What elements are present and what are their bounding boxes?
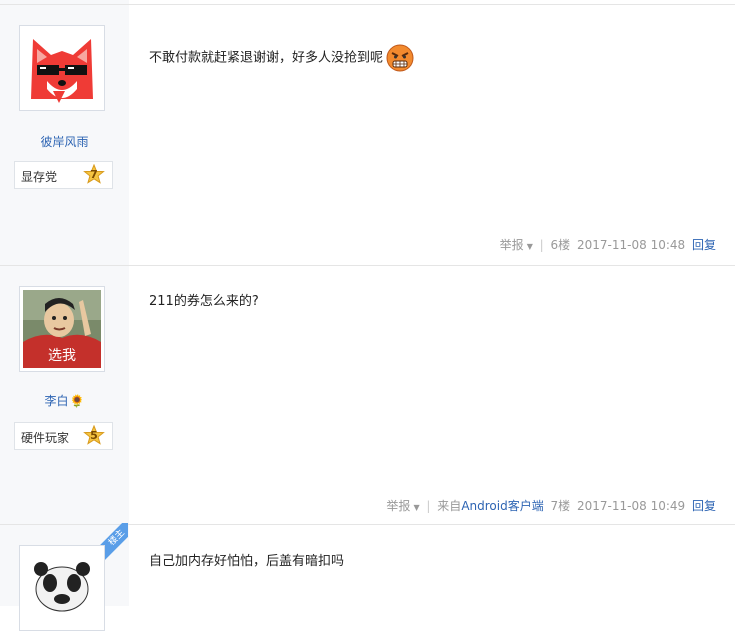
reply-link[interactable]: 回复 (692, 238, 716, 252)
sunflower-icon: 🌻 (69, 394, 85, 408)
username[interactable]: 彼岸风雨 (0, 133, 129, 150)
post-content: 211的券怎么来的? (149, 292, 259, 312)
avatar[interactable] (19, 545, 105, 631)
svg-text:选我: 选我 (48, 348, 76, 364)
post-text: 211的券怎么来的? (149, 294, 259, 309)
floor-number: 6楼 (550, 238, 571, 252)
post-time: 2017-11-08 10:48 (577, 238, 686, 252)
red-fox-sunglasses-avatar-icon (23, 29, 101, 107)
post-text: 自己加内存好怕怕，后盖有暗扣吗 (149, 554, 345, 569)
post-content: 自己加内存好怕怕，后盖有暗扣吗 (149, 552, 344, 572)
username-text[interactable]: 李白 (45, 394, 69, 408)
post-content: 不敢付款就赶紧退谢谢，好多人没抢到呢 (149, 43, 415, 73)
post-text: 不敢付款就赶紧退谢谢，好多人没抢到呢 (149, 50, 384, 66)
reply-link[interactable]: 回复 (692, 499, 716, 513)
report-link[interactable]: 举报 ▼ (497, 238, 533, 252)
report-link[interactable]: 举报 ▼ (383, 499, 419, 513)
client-link[interactable]: Android客户端 (461, 499, 543, 513)
post-tail: 举报 ▼ | 来自Android客户端 7楼 2017-11-08 10:49 回… (380, 497, 716, 514)
divider: | (426, 499, 431, 513)
floor-number: 7楼 (550, 499, 571, 513)
chevron-down-icon: ▼ (526, 242, 533, 251)
post-6: 彼岸风雨 显存党 7 不敢付款就赶紧退谢谢，好多人没抢到呢 举报 ▼ | 6楼 2… (0, 4, 735, 267)
client-prefix: 来自 (437, 499, 462, 513)
post-8: 楼主 自己加内存好怕怕，后盖有暗扣吗 (0, 523, 735, 631)
username[interactable]: 李白🌻 (0, 392, 129, 409)
avatar[interactable]: 选我 (19, 286, 105, 372)
post-7: 选我 李白🌻 硬件玩家 5 211的券怎么来的? 举报 ▼ | 来自Android… (0, 265, 735, 526)
level-badge[interactable]: 显存党 7 (14, 161, 113, 189)
level-star-icon: 5 (83, 425, 105, 447)
meme-man-avatar-icon: 选我 (23, 290, 101, 368)
level-number: 5 (90, 429, 98, 442)
level-star-icon: 7 (83, 164, 105, 186)
level-title: 硬件玩家 (21, 431, 70, 445)
panda-meme-avatar-icon (23, 549, 101, 627)
angry-face-emoji-icon (386, 44, 414, 72)
level-title: 显存党 (21, 170, 58, 184)
level-badge[interactable]: 硬件玩家 5 (14, 422, 113, 450)
level-number: 7 (90, 168, 98, 181)
username-text[interactable]: 彼岸风雨 (40, 135, 88, 149)
chevron-down-icon: ▼ (413, 503, 420, 512)
post-time: 2017-11-08 10:49 (577, 499, 686, 513)
divider: | (539, 238, 544, 252)
avatar[interactable] (19, 25, 105, 111)
post-tail: 举报 ▼ | 6楼 2017-11-08 10:48 回复 (494, 236, 716, 253)
